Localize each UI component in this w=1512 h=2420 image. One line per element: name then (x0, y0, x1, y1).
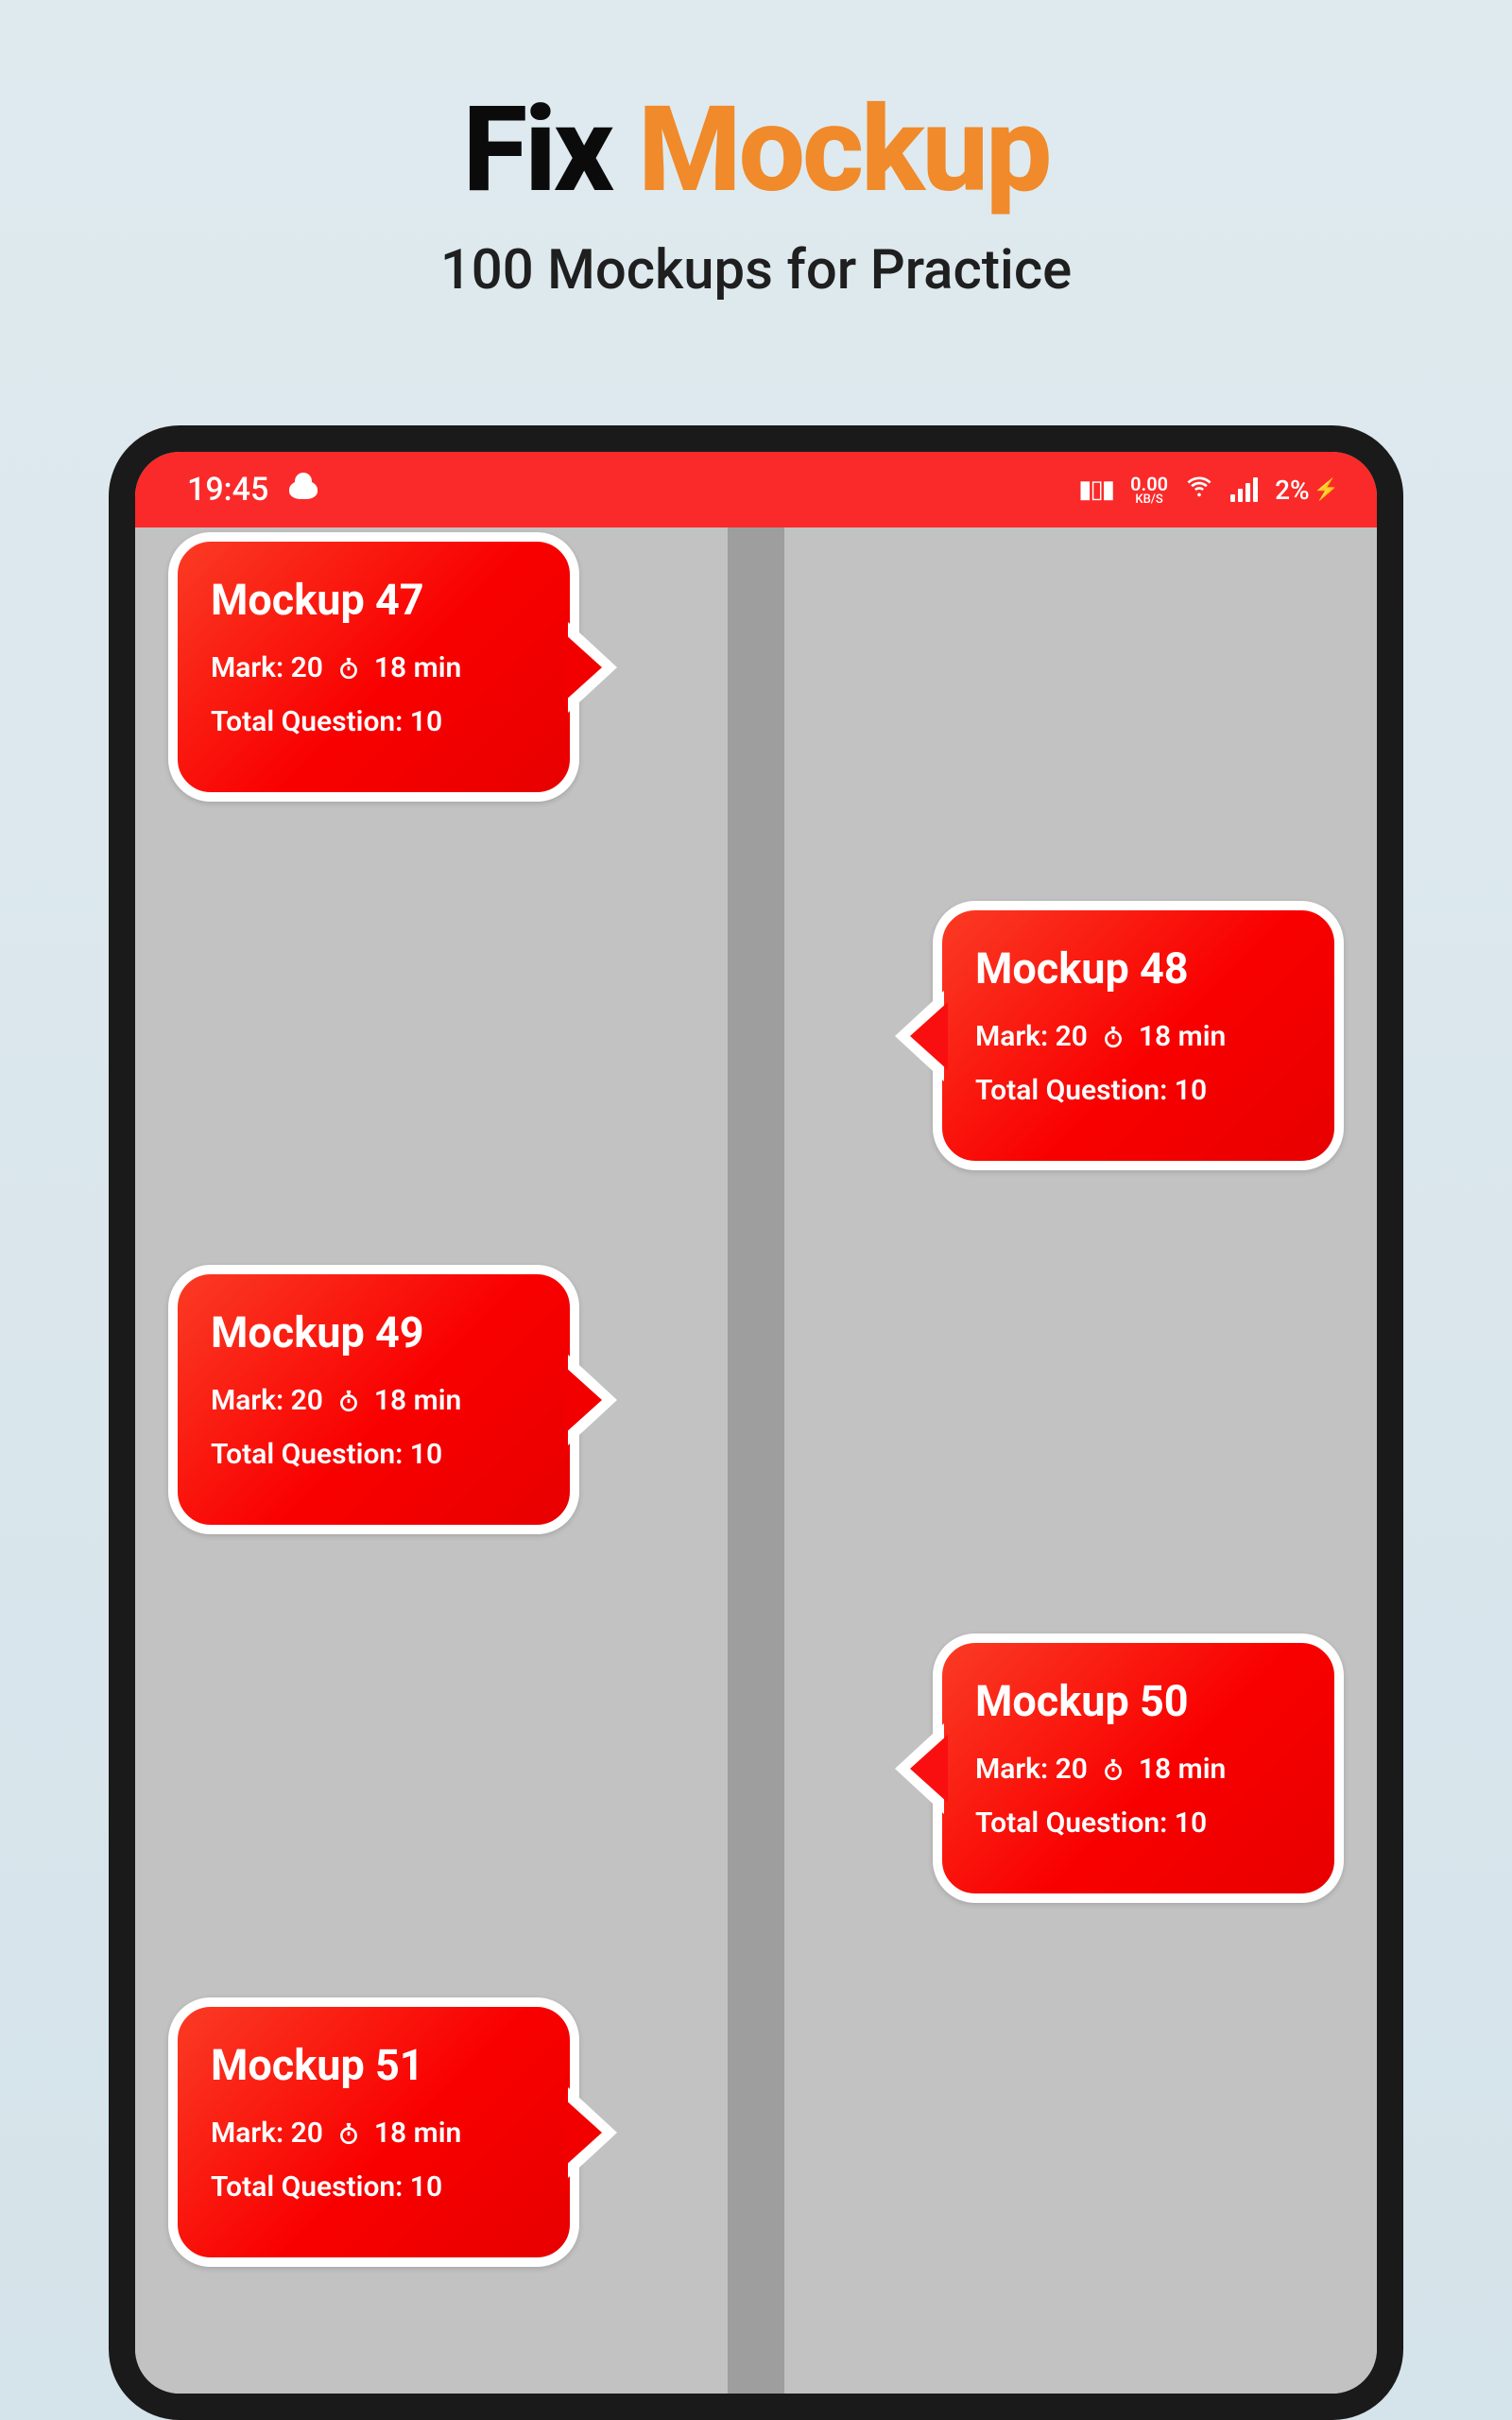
stopwatch-icon (336, 2121, 361, 2146)
mockup-card-bubble[interactable]: Mockup 49 Mark: 20 18 min Total Question: 1… (168, 1265, 579, 1534)
status-time: 19:45 (187, 471, 268, 509)
promo-title-word-2: Mockup (638, 80, 1049, 219)
tablet-frame: 19:45 ▮▯▮ 0.00 KB/S 2%⚡ Mockup 47 Mark: 2… (109, 425, 1403, 2420)
duration-label: 18 min (374, 1384, 461, 1417)
signal-icon (1230, 477, 1258, 502)
bubble-tail-inner (564, 1366, 602, 1434)
promo-title-word-1: Fix (463, 80, 611, 219)
bubble-tail-inner (564, 2099, 602, 2167)
mockup-card-total-row: Total Question: 10 (211, 2170, 541, 2204)
status-left: 19:45 (187, 471, 318, 509)
mockup-card-title: Mockup 50 (975, 1676, 1306, 1726)
mockup-card-total-row: Total Question: 10 (975, 1074, 1306, 1107)
mockup-card-total-row: Total Question: 10 (211, 1438, 541, 1471)
wifi-icon (1185, 472, 1213, 508)
promo-subtitle: 100 Mockups for Practice (0, 238, 1512, 302)
duration-label: 18 min (1139, 1753, 1226, 1786)
mockup-card[interactable]: Mockup 47 Mark: 20 18 min Total Question: 1… (168, 532, 579, 802)
total-question-label: Total Question: 10 (211, 1438, 442, 1471)
mockup-card-bubble[interactable]: Mockup 50 Mark: 20 18 min Total Question: 1… (933, 1634, 1344, 1903)
mockup-card-meta-row: Mark: 20 18 min (211, 651, 541, 684)
mockup-card-total-row: Total Question: 10 (211, 705, 541, 738)
cloud-icon (289, 480, 318, 499)
status-right: ▮▯▮ 0.00 KB/S 2%⚡ (1078, 472, 1339, 508)
mockup-card-total-row: Total Question: 10 (975, 1806, 1306, 1840)
mockup-card-bubble[interactable]: Mockup 48 Mark: 20 18 min Total Question: 1… (933, 901, 1344, 1170)
mockup-card[interactable]: Mockup 48 Mark: 20 18 min Total Question: 1… (933, 901, 1344, 1170)
total-question-label: Total Question: 10 (975, 1806, 1207, 1840)
mockup-card-title: Mockup 47 (211, 575, 541, 625)
timeline-track (728, 527, 784, 2394)
total-question-label: Total Question: 10 (211, 705, 442, 738)
mockup-card-title: Mockup 48 (975, 943, 1306, 994)
stopwatch-icon (336, 1389, 361, 1413)
mockup-card-meta-row: Mark: 20 18 min (211, 1384, 541, 1417)
mockup-list[interactable]: Mockup 47 Mark: 20 18 min Total Question: 1… (135, 527, 1377, 2394)
promo-title: Fix Mockup (0, 0, 1512, 219)
mockup-card-meta-row: Mark: 20 18 min (975, 1753, 1306, 1786)
bubble-tail-inner (564, 633, 602, 701)
mockup-card[interactable]: Mockup 50 Mark: 20 18 min Total Question: 1… (933, 1634, 1344, 1903)
bubble-tail-inner (910, 1002, 948, 1070)
mark-label: Mark: 20 (975, 1020, 1088, 1053)
mockup-card-title: Mockup 51 (211, 2040, 541, 2090)
mark-label: Mark: 20 (211, 2117, 323, 2150)
bubble-tail-inner (910, 1735, 948, 1803)
charging-icon: ⚡ (1314, 478, 1339, 502)
vibrate-icon: ▮▯▮ (1078, 475, 1113, 504)
total-question-label: Total Question: 10 (211, 2170, 442, 2204)
total-question-label: Total Question: 10 (975, 1074, 1207, 1107)
mockup-card-meta-row: Mark: 20 18 min (975, 1020, 1306, 1053)
mockup-card[interactable]: Mockup 51 Mark: 20 18 min Total Question: 1… (168, 1997, 579, 2267)
stopwatch-icon (336, 656, 361, 681)
status-bar: 19:45 ▮▯▮ 0.00 KB/S 2%⚡ (135, 452, 1377, 527)
mark-label: Mark: 20 (975, 1753, 1088, 1786)
duration-label: 18 min (1139, 1020, 1226, 1053)
mark-label: Mark: 20 (211, 651, 323, 684)
mark-label: Mark: 20 (211, 1384, 323, 1417)
mockup-card-bubble[interactable]: Mockup 47 Mark: 20 18 min Total Question: 1… (168, 532, 579, 802)
mockup-card-bubble[interactable]: Mockup 51 Mark: 20 18 min Total Question: 1… (168, 1997, 579, 2267)
network-speed: 0.00 KB/S (1130, 475, 1168, 506)
mockup-card-title: Mockup 49 (211, 1307, 541, 1357)
stopwatch-icon (1101, 1025, 1125, 1049)
mockup-card-meta-row: Mark: 20 18 min (211, 2117, 541, 2150)
duration-label: 18 min (374, 2117, 461, 2150)
stopwatch-icon (1101, 1757, 1125, 1782)
mockup-card[interactable]: Mockup 49 Mark: 20 18 min Total Question: 1… (168, 1265, 579, 1534)
battery-level: 2%⚡ (1275, 475, 1339, 506)
duration-label: 18 min (374, 651, 461, 684)
